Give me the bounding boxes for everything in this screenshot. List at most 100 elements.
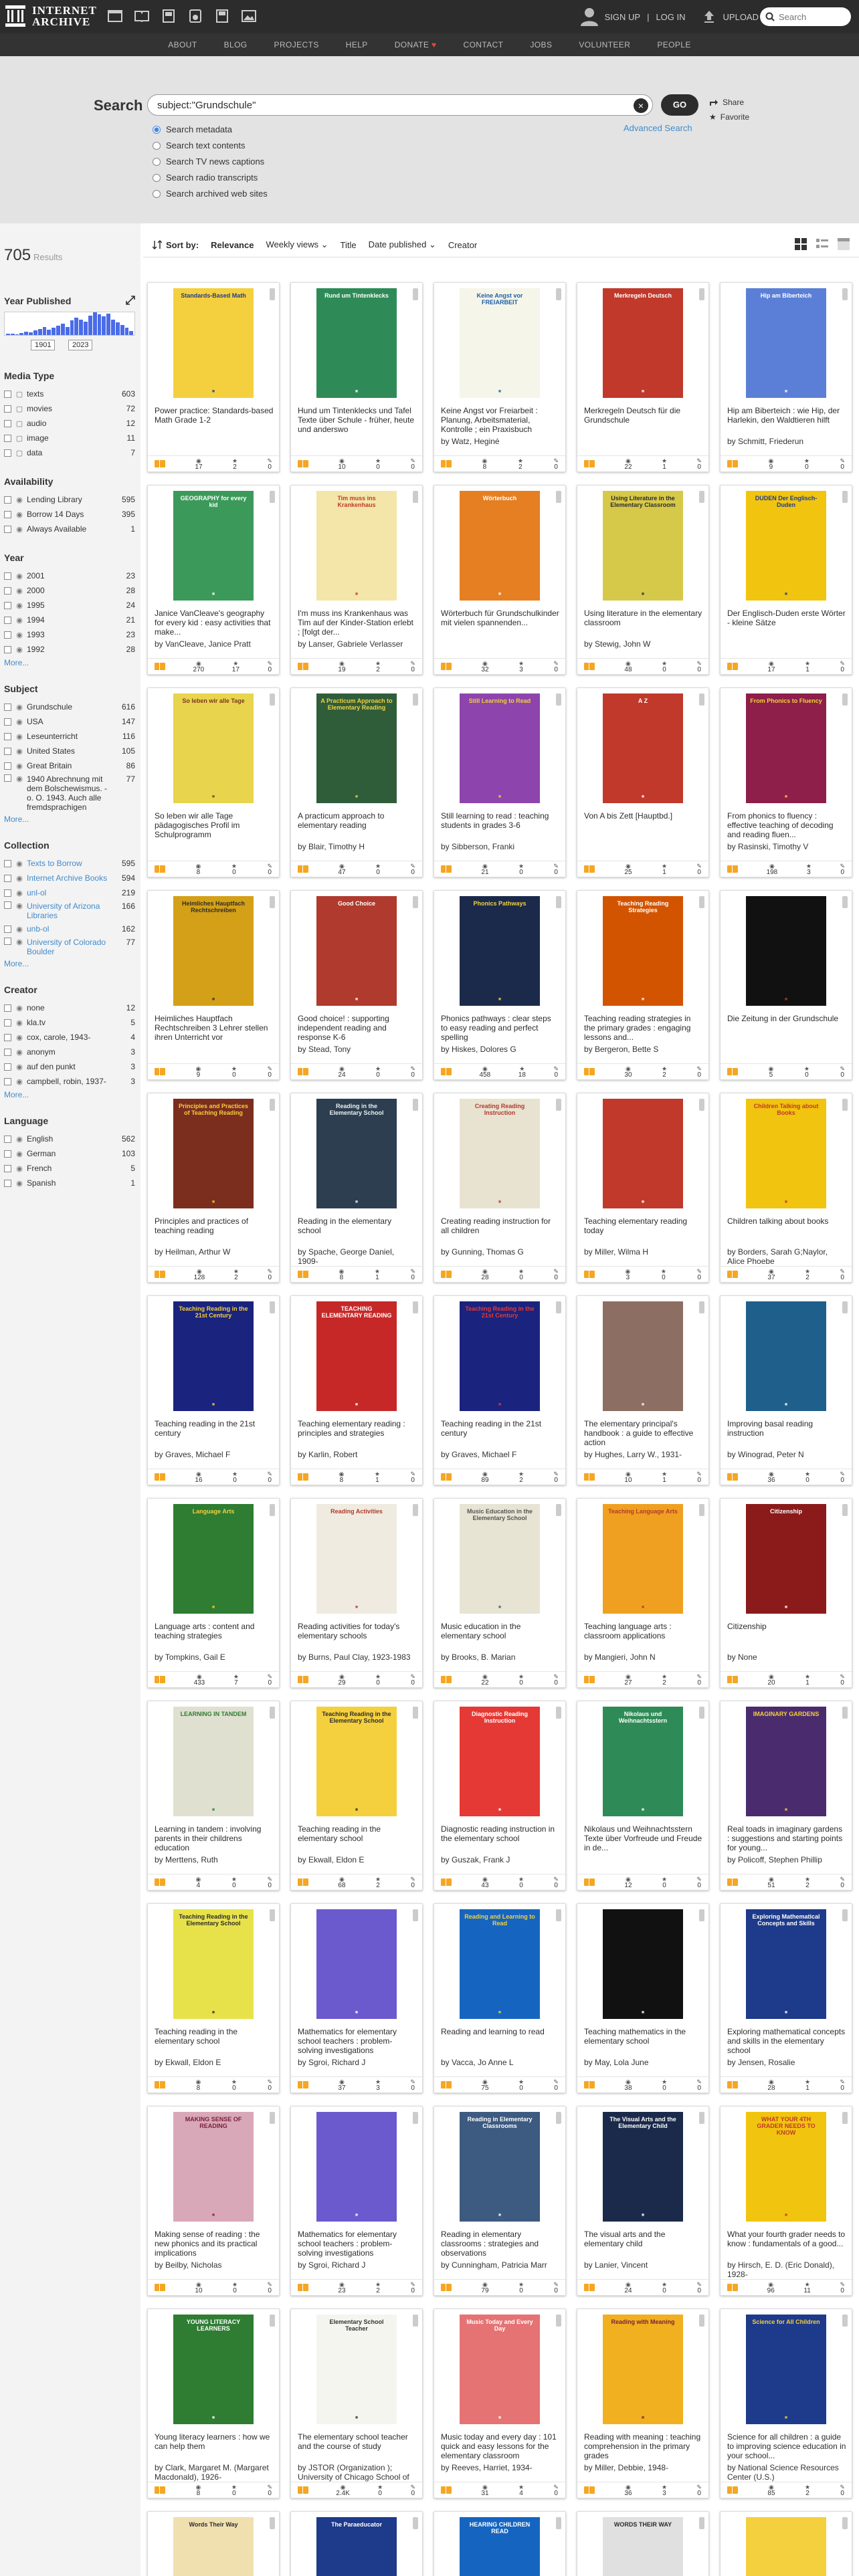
sort-creator[interactable]: Creator bbox=[448, 240, 477, 250]
facet-checkbox[interactable] bbox=[4, 859, 11, 867]
cover-image[interactable]: Words Their Way■ bbox=[153, 2517, 274, 2576]
item-title[interactable]: Hund um Tintenklecks und Tafel Texte übe… bbox=[298, 406, 417, 435]
eye-icon[interactable]: ◉ bbox=[15, 631, 24, 639]
year-start[interactable]: 1901 bbox=[31, 340, 56, 350]
cover-image[interactable]: Teaching Reading in the 21st Century ■ bbox=[440, 1301, 560, 1415]
facet-checkbox[interactable] bbox=[4, 1135, 11, 1143]
facet-checkbox[interactable] bbox=[4, 874, 11, 882]
result-tile[interactable]: The Paraeducator■◉★✎ bbox=[290, 2511, 423, 2576]
eye-icon[interactable]: ◉ bbox=[15, 1077, 24, 1086]
item-title[interactable]: Reading activities for today's elementar… bbox=[298, 1622, 417, 1651]
facet-checkbox[interactable] bbox=[4, 762, 11, 770]
result-tile[interactable]: Standards-Based Math ■ Power practice: Sta… bbox=[147, 282, 280, 472]
facet-item-subject[interactable]: ◉ 1940 Abrechnung mit dem Bolschewismus. … bbox=[4, 773, 135, 813]
upload-icon[interactable] bbox=[702, 9, 717, 24]
top-search-box[interactable] bbox=[760, 7, 851, 26]
item-title[interactable]: Music education in the elementary school bbox=[441, 1622, 560, 1651]
eye-icon[interactable]: ◉ bbox=[15, 859, 24, 868]
result-tile[interactable]: MAKING SENSE OF READING ■ Making sense of … bbox=[147, 2106, 280, 2296]
facet-checkbox[interactable] bbox=[4, 510, 11, 518]
facet-item-creator[interactable]: ◉ kla.tv 5 bbox=[4, 1015, 135, 1030]
facet-more-link[interactable]: More... bbox=[4, 815, 135, 824]
cover-image[interactable]: ■ bbox=[583, 1099, 703, 1212]
facet-checkbox[interactable] bbox=[4, 419, 11, 427]
facet-more-link[interactable]: More... bbox=[4, 658, 135, 667]
cover-image[interactable]: So leben wir alle Tage ■ bbox=[153, 693, 274, 807]
go-button[interactable]: GO bbox=[661, 94, 698, 116]
software-nav-icon[interactable] bbox=[214, 8, 230, 24]
facet-item-subject[interactable]: ◉ Grundschule 616 bbox=[4, 700, 135, 714]
result-tile[interactable]: Music Today and Every Day ■ Music today an… bbox=[434, 2309, 566, 2498]
eye-icon[interactable]: ◉ bbox=[15, 586, 24, 595]
sort-weekly-views[interactable]: Weekly views ⌄ bbox=[266, 239, 328, 250]
result-tile[interactable]: Good Choice ■ Good choice! : supporting in… bbox=[290, 890, 423, 1080]
cover-image[interactable]: Reading with Meaning ■ bbox=[583, 2315, 703, 2428]
eye-icon[interactable]: ◉ bbox=[15, 762, 24, 770]
facet-checkbox[interactable] bbox=[4, 645, 11, 653]
video-nav-icon[interactable] bbox=[161, 8, 177, 24]
cover-image[interactable]: Music Education in the Elementary School… bbox=[440, 1504, 560, 1618]
eye-icon[interactable]: ◉ bbox=[15, 889, 24, 897]
item-title[interactable]: Phonics pathways : clear steps to easy r… bbox=[441, 1014, 560, 1043]
facet-checkbox[interactable] bbox=[4, 390, 11, 398]
item-title[interactable]: Improving basal reading instruction bbox=[727, 1419, 846, 1448]
result-tile[interactable]: From Phonics to Fluency ■ From phonics to … bbox=[720, 687, 852, 877]
result-tile[interactable]: Elementary School Teacher ■ The elementary… bbox=[290, 2309, 423, 2498]
cover-image[interactable]: Reading and Learning to Read ■ bbox=[440, 1909, 560, 2023]
facet-item-year[interactable]: ◉ 2000 28 bbox=[4, 583, 135, 598]
item-title[interactable]: Teaching reading in the elementary schoo… bbox=[155, 2027, 274, 2056]
result-tile[interactable]: Teaching Reading in the 21st Century ■ Tea… bbox=[434, 1295, 566, 1485]
item-title[interactable]: Mathematics for elementary school teache… bbox=[298, 2230, 417, 2259]
cover-image[interactable]: Music Today and Every Day ■ bbox=[440, 2315, 560, 2428]
facet-checkbox[interactable] bbox=[4, 434, 11, 442]
result-tile[interactable]: Still Learning to Read ■ Still learning to… bbox=[434, 687, 566, 877]
cover-image[interactable]: Rund um Tintenklecks ■ bbox=[296, 288, 417, 402]
result-tile[interactable]: Reading with Meaning ■ Reading with meanin… bbox=[577, 2309, 709, 2498]
facet-checkbox[interactable] bbox=[4, 1164, 11, 1172]
eye-icon[interactable]: ◉ bbox=[15, 572, 24, 580]
cover-image[interactable]: ■ bbox=[296, 1909, 417, 2023]
result-tile[interactable]: Teaching Reading Strategies ■ Teaching rea… bbox=[577, 890, 709, 1080]
result-tile[interactable]: Creating Reading Instruction ■ Creating re… bbox=[434, 1093, 566, 1283]
result-tile[interactable]: Principles and Practices of Teaching Rea… bbox=[147, 1093, 280, 1283]
item-title[interactable]: Janice VanCleave's geography for every k… bbox=[155, 609, 274, 638]
result-tile[interactable]: WHAT YOUR 4TH GRADER NEEDS TO KNOW ■ What … bbox=[720, 2106, 852, 2296]
cover-image[interactable]: Principles and Practices of Teaching Rea… bbox=[153, 1099, 274, 1212]
result-tile[interactable]: YOUNG LITERACY LEARNERS ■ Young literacy l… bbox=[147, 2309, 280, 2498]
item-title[interactable]: Die Zeitung in der Grundschule bbox=[727, 1014, 846, 1043]
facet-checkbox[interactable] bbox=[4, 601, 11, 609]
facet-item-collection[interactable]: ◉ University of Colorado Boulder 77 bbox=[4, 936, 135, 958]
result-tile[interactable]: Exploring Mathematical Concepts and Skil… bbox=[720, 1903, 852, 2093]
facet-item-creator[interactable]: ◉ cox, carole, 1943- 4 bbox=[4, 1030, 135, 1045]
eye-icon[interactable]: ◉ bbox=[15, 732, 24, 741]
facet-item-language[interactable]: ◉ English 562 bbox=[4, 1132, 135, 1146]
cover-image[interactable]: Wörterbuch ■ bbox=[440, 491, 560, 605]
facet-item-year[interactable]: ◉ 1994 21 bbox=[4, 613, 135, 627]
cover-image[interactable]: TEACHING ELEMENTARY READING ■ bbox=[296, 1301, 417, 1415]
cover-image[interactable]: Hip am Biberteich ■ bbox=[726, 288, 846, 402]
nav-projects[interactable]: PROJECTS bbox=[274, 40, 319, 49]
item-title[interactable]: Teaching elementary reading today bbox=[584, 1216, 703, 1246]
facet-checkbox[interactable] bbox=[4, 718, 11, 726]
cover-image[interactable]: Teaching Reading in the Elementary Schoo… bbox=[153, 1909, 274, 2023]
facet-checkbox[interactable] bbox=[4, 925, 11, 933]
eye-icon[interactable]: ◉ bbox=[15, 1018, 24, 1027]
item-title[interactable]: Principles and practices of teaching rea… bbox=[155, 1216, 274, 1246]
cover-image[interactable]: MAKING SENSE OF READING ■ bbox=[153, 2112, 274, 2226]
item-title[interactable]: Power practice: Standards-based Math Gra… bbox=[155, 406, 274, 435]
facet-item-year[interactable]: ◉ 1992 28 bbox=[4, 642, 135, 657]
result-tile[interactable]: Reading Activities ■ Reading activities fo… bbox=[290, 1498, 423, 1688]
eye-icon[interactable]: ◉ bbox=[15, 1179, 24, 1188]
top-search-input[interactable] bbox=[779, 11, 846, 22]
facet-checkbox[interactable] bbox=[4, 1033, 11, 1041]
eye-icon[interactable]: ◉ bbox=[15, 1164, 24, 1173]
query-input[interactable]: subject:"Grundschule" × bbox=[147, 94, 653, 116]
result-tile[interactable]: ■ Mathematics for elementary school teach… bbox=[290, 1903, 423, 2093]
texts-nav-icon[interactable] bbox=[134, 8, 150, 24]
nav-contact[interactable]: CONTACT bbox=[464, 40, 504, 49]
sort-relevance[interactable]: Relevance bbox=[211, 240, 254, 250]
facet-item-year[interactable]: ◉ 2001 23 bbox=[4, 568, 135, 583]
item-title[interactable]: Making sense of reading : the new phonic… bbox=[155, 2230, 274, 2259]
nav-donate[interactable]: DONATE ♥ bbox=[395, 40, 437, 49]
facet-checkbox[interactable] bbox=[4, 774, 11, 782]
